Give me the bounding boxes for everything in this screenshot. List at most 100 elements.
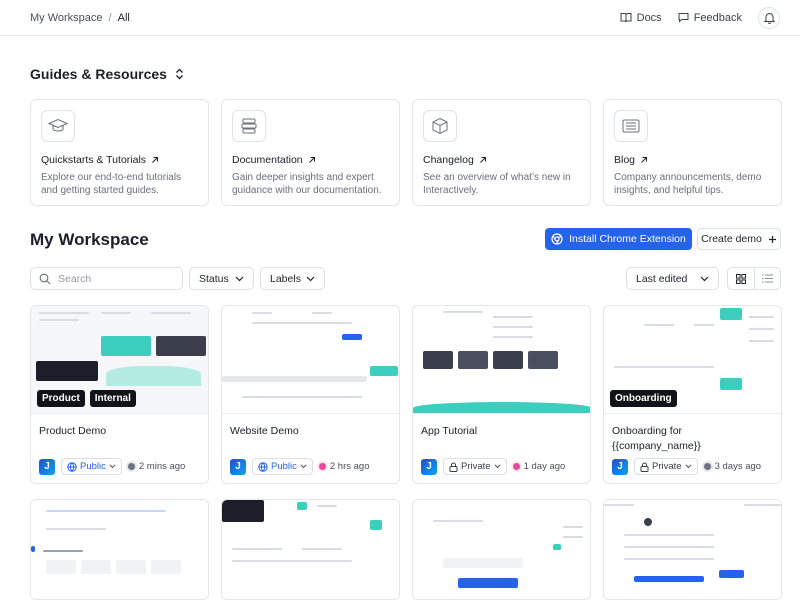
guide-description: Gain deeper insights and expert guidance…: [232, 172, 382, 196]
demo-title: Website Demo: [230, 425, 299, 437]
docs-link[interactable]: Docs: [620, 12, 662, 24]
bell-icon: [763, 12, 775, 24]
chevron-down-icon: [494, 464, 501, 469]
search-icon: [39, 273, 51, 284]
guide-title: Documentation: [232, 154, 303, 166]
guide-card-changelog[interactable]: Changelog See an overview of what’s new …: [412, 99, 591, 206]
last-edited: 1 day ago: [512, 461, 566, 472]
chevron-updown-icon: [175, 68, 183, 80]
globe-icon: [67, 461, 77, 472]
chevron-down-icon: [306, 276, 315, 281]
install-extension-label: Install Chrome Extension: [569, 233, 686, 245]
demo-card[interactable]: [603, 499, 782, 600]
labels-filter-label: Labels: [270, 272, 301, 285]
labels-filter[interactable]: Labels: [260, 267, 325, 290]
avatar: J: [612, 458, 628, 475]
demo-thumbnail: [222, 306, 399, 414]
demo-title: Onboarding for {{company_name}}: [612, 425, 701, 452]
view-toggle: [727, 267, 781, 290]
cube-icon: [423, 110, 457, 142]
guide-description: Company announcements, demo insights, an…: [614, 172, 762, 196]
chrome-icon: [551, 233, 563, 245]
guide-description: See an overview of what’s new in Interac…: [423, 172, 571, 196]
tag-badge: Product: [37, 390, 85, 407]
chevron-down-icon: [300, 464, 307, 469]
book-open-icon: [620, 13, 632, 23]
time-label: 2 hrs ago: [329, 461, 370, 472]
visibility-dropdown[interactable]: Public: [61, 458, 122, 475]
plus-icon: [768, 235, 776, 243]
tag-badge: Internal: [89, 390, 136, 407]
guide-card-documentation[interactable]: Documentation Gain deeper insights and e…: [221, 99, 400, 206]
breadcrumb-workspace[interactable]: My Workspace: [30, 12, 103, 24]
demo-card-app-tutorial[interactable]: App Tutorial J Private 1 day ago: [412, 305, 591, 484]
demo-card[interactable]: [221, 499, 400, 600]
demo-title: Product Demo: [39, 425, 107, 437]
status-dot: [318, 463, 326, 470]
search-box[interactable]: [30, 267, 183, 290]
chevron-down-icon: [109, 464, 116, 469]
last-edited: 3 days ago: [703, 461, 762, 472]
guide-title: Quickstarts & Tutorials: [41, 154, 147, 166]
arrow-up-right-icon: [641, 157, 648, 163]
visibility-label: Public: [80, 461, 106, 472]
sort-dropdown[interactable]: Last edited: [626, 267, 719, 290]
status-filter-label: Status: [199, 272, 229, 285]
visibility-label: Private: [652, 461, 682, 472]
list-view-button[interactable]: [755, 268, 781, 289]
status-filter[interactable]: Status: [189, 267, 254, 290]
time-label: 3 days ago: [714, 461, 762, 472]
feedback-link[interactable]: Feedback: [678, 12, 742, 24]
last-edited: 2 mins ago: [127, 461, 186, 472]
time-label: 1 day ago: [523, 461, 566, 472]
books-icon: [232, 110, 266, 142]
last-edited: 2 hrs ago: [318, 461, 370, 472]
avatar: J: [230, 458, 246, 475]
guide-title: Changelog: [423, 154, 474, 166]
status-dot: [512, 463, 520, 470]
demo-thumbnail: [222, 500, 399, 599]
demo-card-onboarding[interactable]: Onboarding Onboarding for {{company_name…: [603, 305, 782, 484]
install-extension-button[interactable]: Install Chrome Extension: [545, 228, 692, 250]
guides-title: Guides & Resources: [30, 66, 167, 82]
demo-card[interactable]: [30, 499, 209, 600]
breadcrumb: My Workspace / All: [30, 12, 130, 24]
arrow-up-right-icon: [152, 157, 159, 163]
docs-label: Docs: [636, 11, 662, 24]
visibility-dropdown[interactable]: Private: [634, 458, 698, 475]
guide-card-blog[interactable]: Blog Company announcements, demo insight…: [603, 99, 782, 206]
sort-label: Last edited: [636, 272, 688, 285]
grid-view-button[interactable]: [728, 268, 755, 289]
status-dot: [127, 463, 135, 470]
search-input[interactable]: [58, 272, 168, 285]
demo-thumbnail: Onboarding: [604, 306, 781, 414]
lock-icon: [640, 462, 649, 472]
demo-card-product[interactable]: Product Internal Product Demo J Public 2…: [30, 305, 209, 484]
chevron-down-icon: [700, 276, 709, 281]
visibility-dropdown[interactable]: Public: [252, 458, 313, 475]
visibility-label: Public: [271, 461, 297, 472]
top-bar: My Workspace / All Docs Feedback: [0, 0, 800, 36]
breadcrumb-current[interactable]: All: [118, 12, 130, 24]
demo-thumbnail: [413, 500, 590, 599]
demo-thumbnail: [604, 500, 781, 599]
create-demo-label: Create demo: [701, 233, 762, 245]
demo-card[interactable]: [412, 499, 591, 600]
globe-icon: [258, 461, 268, 472]
tag-badge: Onboarding: [610, 390, 677, 407]
arrow-up-right-icon: [479, 157, 486, 163]
avatar: J: [421, 458, 437, 475]
list-icon: [761, 274, 773, 283]
grid-icon: [735, 273, 746, 284]
guide-card-quickstarts[interactable]: Quickstarts & Tutorials Explore our end-…: [30, 99, 209, 206]
guide-title: Blog: [614, 154, 636, 166]
feedback-label: Feedback: [693, 11, 742, 24]
visibility-dropdown[interactable]: Private: [443, 458, 507, 475]
guides-section-title[interactable]: Guides & Resources: [30, 66, 184, 82]
notifications-button[interactable]: [758, 6, 780, 29]
create-demo-button[interactable]: Create demo: [697, 228, 781, 250]
graduation-cap-icon: [41, 110, 75, 142]
time-label: 2 mins ago: [138, 461, 186, 472]
chevron-down-icon: [235, 276, 244, 281]
demo-card-website[interactable]: Website Demo J Public 2 hrs ago: [221, 305, 400, 484]
